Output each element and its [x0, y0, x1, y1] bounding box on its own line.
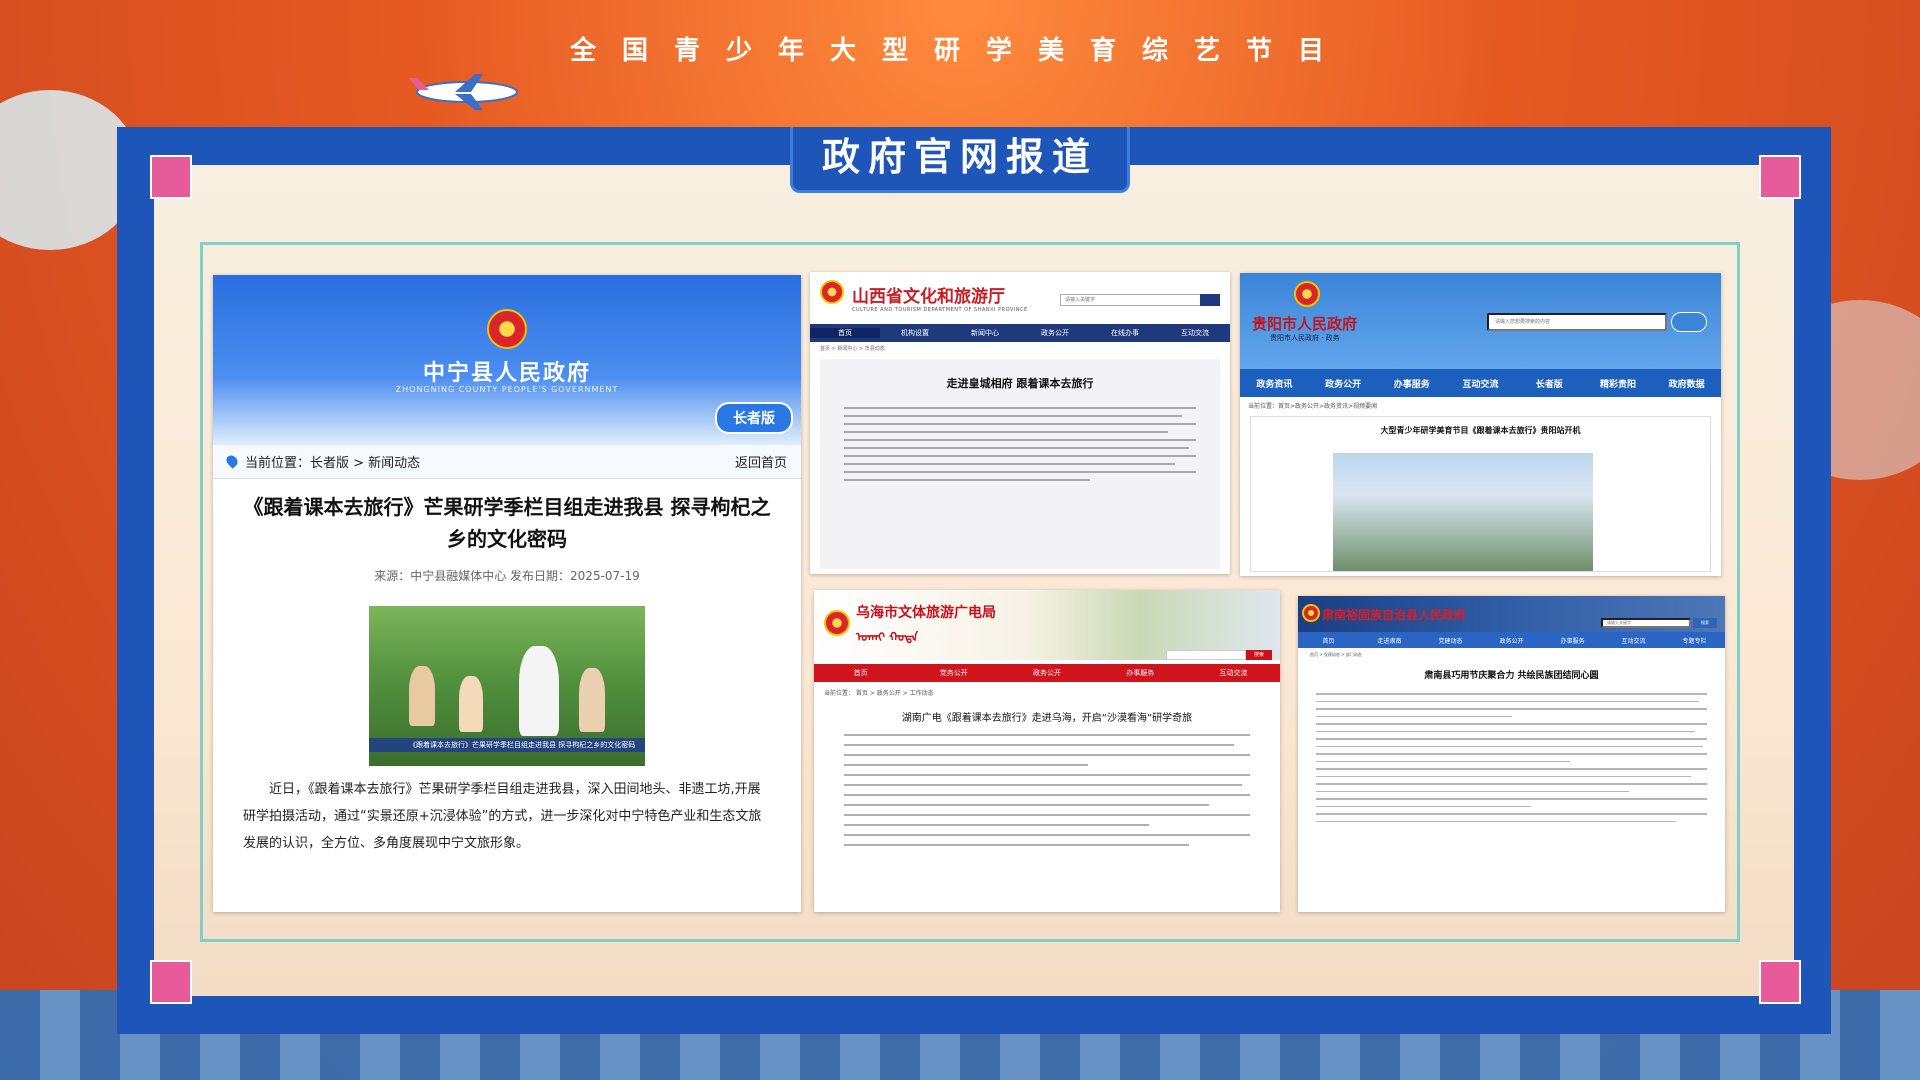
guiyang-site-name: 贵阳市人民政府	[1252, 315, 1358, 333]
sunan-nav-item[interactable]: 党建动态	[1420, 636, 1481, 645]
wuhai-breadcrumb[interactable]: 当前位置： 首页 > 政务公开 > 工作动态	[814, 682, 1280, 703]
shanxi-nav-item[interactable]: 机构设置	[880, 328, 950, 338]
sunan-nav-item[interactable]: 办事服务	[1542, 636, 1603, 645]
shanxi-headline: 走进皇城相府 跟着课本去旅行	[946, 377, 1094, 390]
national-emblem-icon	[487, 309, 527, 349]
sunan-nav-item[interactable]: 专题专栏	[1664, 636, 1725, 645]
sunan-headline: 肃南县巧用节庆聚合力 共绘民族团结同心圆	[1424, 671, 1599, 681]
guiyang-header: 贵阳市人民政府 贵阳市人民政府 · 政务	[1240, 273, 1721, 369]
screenshot-shanxi-tourism: 山西省文化和旅游厅 CULTURE AND TOURISM DEPARTMENT…	[810, 272, 1230, 574]
sunan-article-text	[1298, 681, 1725, 822]
sunan-site-name: 肃南裕固族自治县人民政府	[1322, 608, 1467, 622]
program-title: 全国青少年大型研学美育综艺节目	[569, 36, 1350, 66]
guiyang-search-input[interactable]	[1487, 313, 1667, 331]
wuhai-search-input[interactable]	[1166, 650, 1246, 660]
guiyang-nav-item[interactable]: 政务公开	[1309, 377, 1378, 390]
guiyang-nav-item[interactable]: 政务资讯	[1240, 377, 1309, 390]
corner-ornament-tl	[150, 155, 192, 199]
zhongning-headline: 《跟着课本去旅行》芒果研学季栏目组走进我县 探寻枸杞之乡的文化密码	[243, 495, 771, 551]
photo-figure	[579, 668, 605, 732]
screenshot-guiyang-gov: 贵阳市人民政府 贵阳市人民政府 · 政务 政务资讯 政务公开 办事服务 互动交流…	[1240, 273, 1721, 576]
zhongning-photo-caption: 《跟着课本去旅行》芒果研学季栏目组走进我县 探寻枸杞之乡的文化密码	[369, 738, 645, 752]
zhongning-site-sub: ZHONGNING COUNTY PEOPLE'S GOVERNMENT	[395, 385, 619, 394]
wuhai-nav: 首页 党务公开 政务公开 办事服务 互动交流	[814, 664, 1280, 682]
sunan-nav-item[interactable]: 首页	[1298, 636, 1359, 645]
section-banner: 政府官网报道	[790, 127, 1130, 193]
elder-version-badge[interactable]: 长者版	[715, 402, 793, 434]
shanxi-nav-item[interactable]: 政务公开	[1020, 328, 1090, 338]
corner-ornament-br	[1759, 960, 1801, 1004]
wuhai-header: 乌海市文体旅游广电局 ᠤᠬᠠᠢ ᠬᠣᠲᠠ 搜索	[814, 590, 1280, 660]
shanxi-header: 山西省文化和旅游厅 CULTURE AND TOURISM DEPARTMENT…	[810, 272, 1230, 324]
sunan-search-button[interactable]: 搜索	[1693, 618, 1717, 628]
guiyang-nav-item[interactable]: 互动交流	[1446, 377, 1515, 390]
wuhai-site-name: 乌海市文体旅游广电局	[856, 605, 996, 621]
shanxi-nav-item[interactable]: 在线办事	[1090, 328, 1160, 338]
photo-figure	[519, 646, 559, 736]
sunan-nav-item[interactable]: 走进肃南	[1359, 636, 1420, 645]
guiyang-nav: 政务资讯 政务公开 办事服务 互动交流 长者版 精彩贵阳 政府数据	[1240, 369, 1721, 397]
airplane-icon	[409, 74, 518, 110]
guiyang-nav-item[interactable]: 长者版	[1515, 377, 1584, 390]
screenshot-sunan-gov: 肃南裕固族自治县人民政府 搜索 首页 走进肃南 党建动态 政务公开 办事服务 互…	[1298, 596, 1725, 912]
sunan-search-input[interactable]	[1601, 618, 1691, 628]
corner-ornament-tr	[1759, 155, 1801, 199]
guiyang-nav-item[interactable]: 政府数据	[1652, 377, 1721, 390]
screenshot-wuhai-tourism: 乌海市文体旅游广电局 ᠤᠬᠠᠢ ᠬᠣᠲᠠ 搜索 首页 党务公开 政务公开 办事服…	[814, 590, 1280, 912]
shanxi-search-input[interactable]	[1060, 294, 1220, 306]
wuhai-article-text	[814, 724, 1280, 846]
location-pin-icon	[224, 453, 240, 469]
wuhai-headline: 湖南广电《跟着课本去旅行》走进乌海，开启“沙漠看海”研学奇旅	[901, 713, 1193, 724]
zhongning-breadcrumb-bar: 当前位置：长者版 > 新闻动态 返回首页	[213, 445, 801, 479]
zhongning-header: 中宁县人民政府 ZHONGNING COUNTY PEOPLE'S GOVERN…	[213, 275, 801, 445]
back-home-link[interactable]: 返回首页	[735, 452, 787, 471]
shanxi-site-en: CULTURE AND TOURISM DEPARTMENT OF SHANXI…	[852, 307, 1028, 313]
wuhai-search-button[interactable]: 搜索	[1246, 650, 1272, 660]
national-emblem-icon	[1294, 281, 1320, 307]
wuhai-nav-item[interactable]: 互动交流	[1187, 668, 1280, 678]
zhongning-breadcrumb-text[interactable]: 当前位置：长者版 > 新闻动态	[245, 456, 420, 471]
sunan-nav-item[interactable]: 互动交流	[1603, 636, 1664, 645]
wuhai-nav-item[interactable]: 政务公开	[1000, 668, 1093, 678]
national-emblem-icon	[824, 610, 850, 636]
screenshot-zhongning-gov: 中宁县人民政府 ZHONGNING COUNTY PEOPLE'S GOVERN…	[213, 275, 801, 912]
zhongning-breadcrumb: 当前位置：长者版 > 新闻动态	[224, 452, 420, 471]
zhongning-site-name: 中宁县人民政府	[422, 361, 591, 386]
guiyang-news-photo	[1333, 453, 1593, 571]
national-emblem-icon	[1302, 604, 1320, 622]
guiyang-nav-item[interactable]: 精彩贵阳	[1584, 377, 1653, 390]
guiyang-nav-item[interactable]: 办事服务	[1377, 377, 1446, 390]
shanxi-breadcrumb[interactable]: 首页 > 新闻中心 > 市县动态	[810, 342, 1230, 355]
guiyang-headline: 大型青少年研学美育节目《跟着课本去旅行》贵阳站开机	[1380, 426, 1581, 435]
shanxi-article: 走进皇城相府 跟着课本去旅行	[820, 359, 1220, 569]
wuhai-mongolian-script: ᠤᠬᠠᠢ ᠬᠣᠲᠠ	[856, 630, 919, 644]
sunan-header: 肃南裕固族自治县人民政府 搜索	[1298, 596, 1725, 632]
corner-ornament-bl	[150, 960, 192, 1004]
shanxi-nav-item[interactable]: 新闻中心	[950, 328, 1020, 338]
shanxi-article-text	[844, 407, 1196, 481]
sunan-nav: 首页 走进肃南 党建动态 政务公开 办事服务 互动交流 专题专栏	[1298, 632, 1725, 648]
shanxi-nav: 首页 机构设置 新闻中心 政务公开 在线办事 互动交流	[810, 324, 1230, 342]
zhongning-news-photo: 《跟着课本去旅行》芒果研学季栏目组走进我县 探寻枸杞之乡的文化密码	[369, 606, 645, 766]
shanxi-nav-item[interactable]: 互动交流	[1160, 328, 1230, 338]
zhongning-meta: 来源：中宁县融媒体中心 发布日期：2025-07-19	[374, 569, 640, 583]
shanxi-search-button[interactable]	[1200, 294, 1220, 306]
wuhai-nav-item[interactable]: 办事服务	[1094, 668, 1187, 678]
section-banner-text: 政府官网报道	[821, 135, 1098, 179]
zhongning-body: 近日，《跟着课本去旅行》芒果研学季栏目组走进我县，深入田间地头、非遗工坊,开展研…	[243, 782, 762, 851]
sunan-nav-item[interactable]: 政务公开	[1481, 636, 1542, 645]
guiyang-site-sub: 贵阳市人民政府 · 政务	[1270, 334, 1340, 342]
guiyang-breadcrumb[interactable]: 当前位置：首页>政务公开>政务资讯>视频要闻	[1240, 397, 1721, 414]
wuhai-nav-item[interactable]: 首页	[814, 668, 907, 678]
national-emblem-icon	[820, 280, 844, 304]
guiyang-article: 大型青少年研学美育节目《跟着课本去旅行》贵阳站开机	[1250, 416, 1711, 572]
guiyang-search-button[interactable]	[1671, 312, 1707, 332]
sunan-breadcrumb[interactable]: 首页 > 党建动态 > 部门动态	[1298, 648, 1725, 662]
wuhai-nav-item[interactable]: 党务公开	[907, 668, 1000, 678]
photo-figure	[459, 676, 483, 732]
shanxi-nav-item[interactable]: 首页	[810, 328, 880, 338]
photo-figure	[409, 666, 435, 726]
